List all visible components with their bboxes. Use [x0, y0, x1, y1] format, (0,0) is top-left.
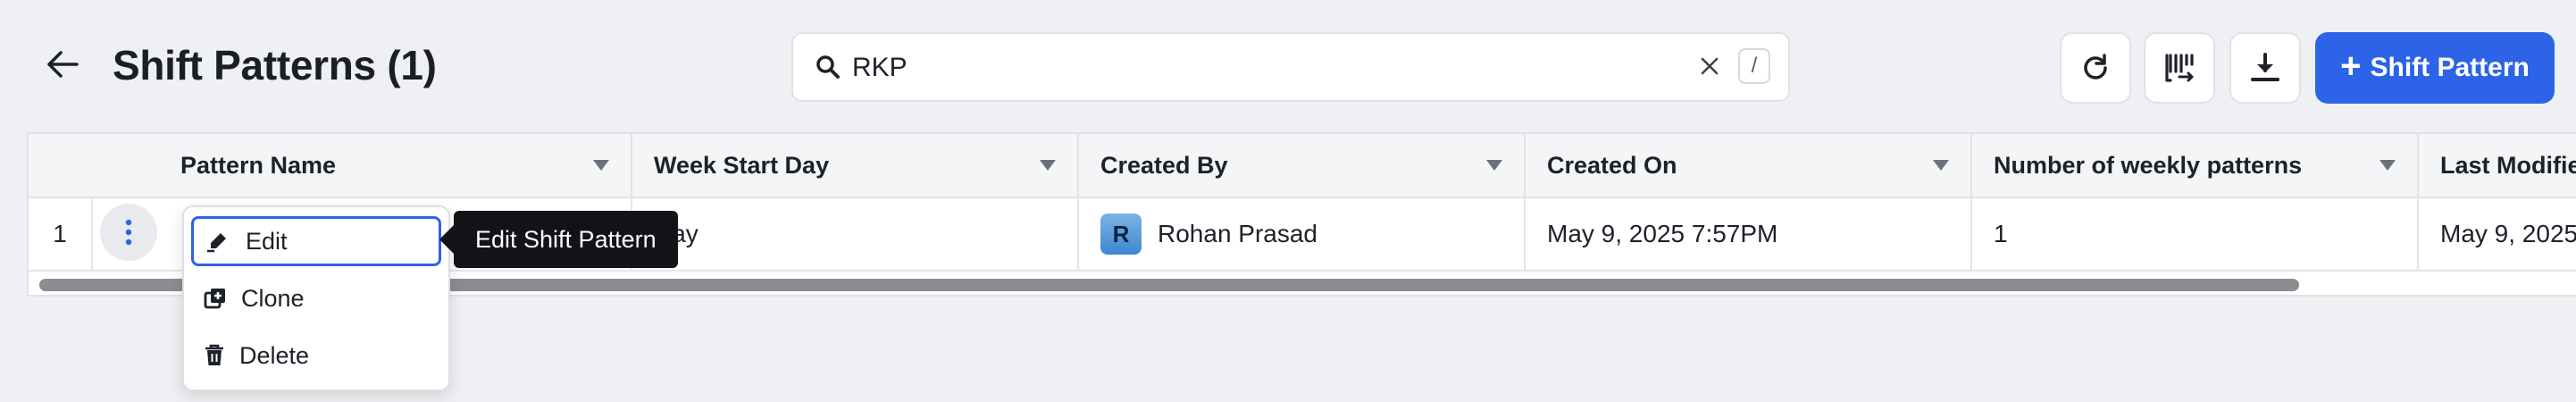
created-on-cell: May 9, 2025 7:57PM [1524, 198, 1970, 270]
sort-arrow-icon[interactable] [1933, 160, 1949, 171]
shortcut-hint: / [1738, 48, 1770, 84]
column-label: Pattern Name [180, 151, 337, 179]
menu-item-edit[interactable]: Edit [191, 216, 441, 266]
edit-tooltip: Edit Shift Pattern [439, 211, 678, 268]
created-by-cell: R Rohan Prasad [1077, 198, 1524, 270]
back-arrow-icon [47, 51, 79, 78]
last-modified-cell: May 9, 2025 [2417, 198, 2576, 270]
back-button[interactable] [34, 36, 91, 93]
menu-item-label: Edit [246, 227, 288, 255]
download-button[interactable] [2229, 32, 2301, 104]
column-label: Number of weekly patterns [1994, 151, 2303, 179]
row-actions-button[interactable] [100, 204, 157, 261]
add-shift-pattern-label: Shift Pattern [2370, 53, 2530, 82]
row-number-header [29, 134, 91, 197]
table-header: Pattern Name Week Start Day Created By C… [29, 134, 2576, 198]
row-actions-menu: Edit Clone Delete [182, 205, 450, 391]
column-label: Created On [1547, 151, 1677, 179]
menu-item-delete[interactable]: Delete [191, 331, 441, 381]
close-icon[interactable] [1697, 54, 1722, 79]
search-box[interactable]: / [791, 32, 1790, 102]
column-header-pattern-name[interactable]: Pattern Name [180, 134, 631, 197]
sort-arrow-icon[interactable] [1040, 160, 1056, 171]
column-header-weekly-patterns[interactable]: Number of weekly patterns [1970, 134, 2417, 197]
column-header-last-modified[interactable]: Last Modified [2417, 134, 2576, 197]
created-by-name: Rohan Prasad [1158, 220, 1318, 247]
column-header-week-start-day[interactable]: Week Start Day [631, 134, 1077, 197]
search-input[interactable] [850, 52, 1568, 84]
trash-icon [205, 344, 223, 365]
search-icon [816, 55, 840, 79]
weekly-patterns-cell: 1 [1970, 198, 2417, 270]
avatar: R [1100, 214, 1142, 255]
row-number: 1 [53, 220, 67, 247]
week-start-day-cell: Day [631, 198, 1077, 270]
actions-header [91, 134, 180, 197]
kebab-icon [125, 219, 132, 246]
columns-button[interactable] [2144, 32, 2215, 104]
refresh-icon [2084, 54, 2107, 80]
menu-item-label: Delete [239, 341, 310, 369]
sort-arrow-icon[interactable] [1486, 160, 1502, 171]
add-shift-pattern-button[interactable]: + Shift Pattern [2315, 32, 2555, 104]
menu-item-label: Clone [241, 284, 305, 312]
columns-icon [2165, 54, 2194, 82]
pencil-icon [207, 233, 226, 253]
plus-icon: + [2340, 46, 2362, 86]
column-header-created-on[interactable]: Created On [1524, 134, 1970, 197]
column-label: Created By [1100, 151, 1228, 179]
download-icon [2251, 53, 2279, 81]
clone-icon [204, 289, 225, 309]
sort-arrow-icon[interactable] [2379, 160, 2396, 171]
sort-arrow-icon[interactable] [593, 160, 609, 171]
column-label: Week Start Day [654, 151, 830, 179]
menu-item-clone[interactable]: Clone [191, 273, 441, 323]
page-title: Shift Patterns (1) [113, 42, 437, 88]
refresh-button[interactable] [2060, 32, 2131, 104]
column-header-created-by[interactable]: Created By [1077, 134, 1524, 197]
column-label: Last Modified [2440, 151, 2576, 179]
